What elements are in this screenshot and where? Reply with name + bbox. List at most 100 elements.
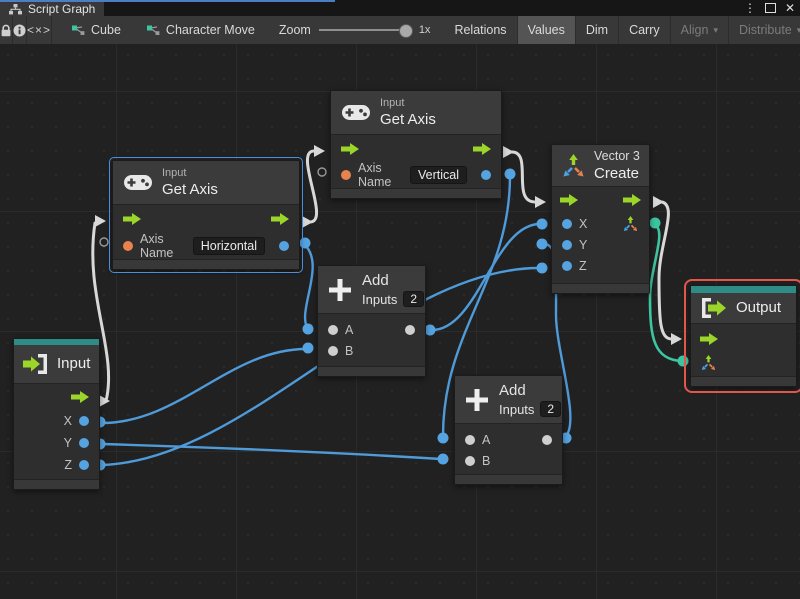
node-header[interactable]: Vector 3 Create	[552, 145, 649, 187]
node-category: Input	[162, 166, 187, 179]
node-header[interactable]: Add Inputs 2	[455, 376, 562, 424]
node-get-axis-horizontal[interactable]: Input Get Axis Axis Name Horizontal	[109, 157, 303, 273]
flow-out-arrow-icon[interactable]	[473, 142, 491, 155]
node-header[interactable]: Input Get Axis	[331, 91, 501, 135]
close-icon[interactable]: ✕	[785, 1, 795, 15]
node-get-axis-vertical[interactable]: Input Get Axis Axis Name Vertical	[330, 90, 502, 199]
distribute-dropdown[interactable]: Distribute ▾	[729, 16, 800, 44]
breadcrumb-cube[interactable]: Cube	[66, 16, 127, 44]
port-row-y: Y	[552, 234, 649, 255]
graph-icon	[146, 25, 160, 36]
sum-port[interactable]	[542, 434, 552, 445]
input-port-b[interactable]	[465, 455, 475, 466]
dim-button[interactable]: Dim	[576, 16, 620, 44]
port-label: X	[63, 414, 72, 428]
node-footer	[113, 259, 299, 269]
node-header[interactable]: Input Get Axis	[113, 161, 299, 205]
port-row-x: X	[552, 213, 649, 234]
node-add-2[interactable]: Add Inputs 2 A B	[454, 375, 563, 485]
node-title: Create	[594, 164, 640, 182]
node-header[interactable]: Input	[14, 345, 99, 384]
inputs-label: Inputs	[362, 291, 398, 307]
flow-in-arrow-icon[interactable]	[560, 194, 578, 206]
node-title: Output	[736, 299, 782, 317]
output-port-x[interactable]	[79, 416, 89, 426]
tab-script-graph[interactable]: Script Graph	[0, 2, 105, 16]
align-dropdown[interactable]: Align ▾	[671, 16, 729, 44]
node-add-1[interactable]: Add Inputs 2 A B	[317, 265, 426, 377]
result-port[interactable]	[279, 241, 289, 251]
node-title: Add	[362, 272, 389, 289]
inputs-count-field[interactable]: 2	[403, 291, 425, 307]
window-controls: ⋮ ✕	[744, 1, 795, 15]
output-port-y[interactable]	[79, 438, 89, 448]
flow-out-arrow-icon[interactable]	[271, 213, 289, 225]
lock-icon	[0, 24, 12, 37]
vector3-input-port[interactable]	[700, 355, 717, 371]
port-row-a: A	[318, 319, 425, 340]
flow-in-arrow-icon[interactable]	[341, 142, 359, 155]
zoom-slider-handle[interactable]	[398, 24, 413, 38]
zoom-label: Zoom	[278, 23, 311, 37]
zoom-slider-track	[318, 29, 411, 31]
code-view-button[interactable]: <×>	[27, 16, 53, 44]
carry-button[interactable]: Carry	[619, 16, 671, 44]
axis-name-field[interactable]: Vertical	[410, 165, 467, 184]
inputs-count-field[interactable]: 2	[540, 401, 562, 417]
plus-icon	[464, 387, 490, 413]
port-row-z: Z	[14, 454, 99, 476]
graph-output-icon	[700, 297, 727, 319]
node-title: Get Axis	[380, 110, 436, 128]
align-label: Align	[680, 23, 709, 37]
input-port-a[interactable]	[328, 324, 338, 335]
string-port[interactable]	[341, 169, 351, 180]
string-port[interactable]	[123, 241, 133, 251]
zoom-control: Zoom 1x	[279, 16, 439, 44]
input-port-a[interactable]	[465, 434, 475, 445]
axis-name-field[interactable]: Horizontal	[192, 237, 265, 255]
port-row-a: A	[455, 429, 562, 450]
sum-port[interactable]	[405, 324, 415, 335]
node-vector3-create[interactable]: Vector 3 Create X Y Z	[551, 144, 650, 294]
flow-row	[691, 327, 796, 351]
node-footer	[14, 479, 99, 489]
script-graph-icon	[9, 3, 22, 15]
zoom-slider[interactable]	[318, 16, 413, 44]
param-label: Axis Name	[140, 232, 174, 260]
breadcrumb-character-move[interactable]: Character Move	[141, 16, 261, 44]
vector3-result-port[interactable]	[622, 215, 639, 232]
values-button[interactable]: Values	[517, 16, 576, 44]
input-port-y[interactable]	[562, 239, 572, 250]
menu-icon[interactable]: ⋮	[744, 1, 756, 15]
node-graph-output[interactable]: Output	[684, 279, 800, 393]
flow-row	[552, 187, 649, 213]
output-port-z[interactable]	[79, 460, 89, 470]
gamepad-icon	[342, 104, 370, 121]
input-port-b[interactable]	[328, 345, 338, 356]
port-row-y: Y	[14, 432, 99, 454]
input-port-z[interactable]	[562, 260, 572, 271]
node-footer	[331, 188, 501, 198]
node-graph-input[interactable]: Input X Y Z	[13, 338, 100, 490]
relations-button[interactable]: Relations	[444, 16, 518, 44]
node-header[interactable]: Add Inputs 2	[318, 266, 425, 314]
node-accent-bar	[691, 286, 796, 293]
script-graph-window: Script Graph ⋮ ✕ <×> Cube Character Move…	[0, 0, 800, 599]
result-port[interactable]	[481, 169, 491, 180]
input-port-x[interactable]	[562, 218, 572, 229]
port-label: Z	[64, 458, 72, 472]
maximize-icon[interactable]	[764, 3, 776, 13]
flow-in-arrow-icon[interactable]	[700, 333, 718, 345]
flow-out-arrow-icon[interactable]	[71, 391, 89, 403]
flow-in-arrow-icon[interactable]	[123, 213, 141, 225]
lock-button[interactable]	[0, 16, 13, 44]
zoom-value: 1x	[418, 24, 431, 36]
info-icon	[13, 24, 26, 37]
info-button[interactable]	[13, 16, 27, 44]
node-title: Input	[57, 355, 91, 373]
relations-label: Relations	[454, 23, 507, 37]
flow-out-arrow-icon[interactable]	[623, 194, 641, 206]
node-header[interactable]: Output	[691, 293, 796, 324]
graph-toolbar: <×> Cube Character Move Zoom 1x Relation…	[0, 16, 800, 45]
code-icon: <×>	[27, 23, 52, 37]
